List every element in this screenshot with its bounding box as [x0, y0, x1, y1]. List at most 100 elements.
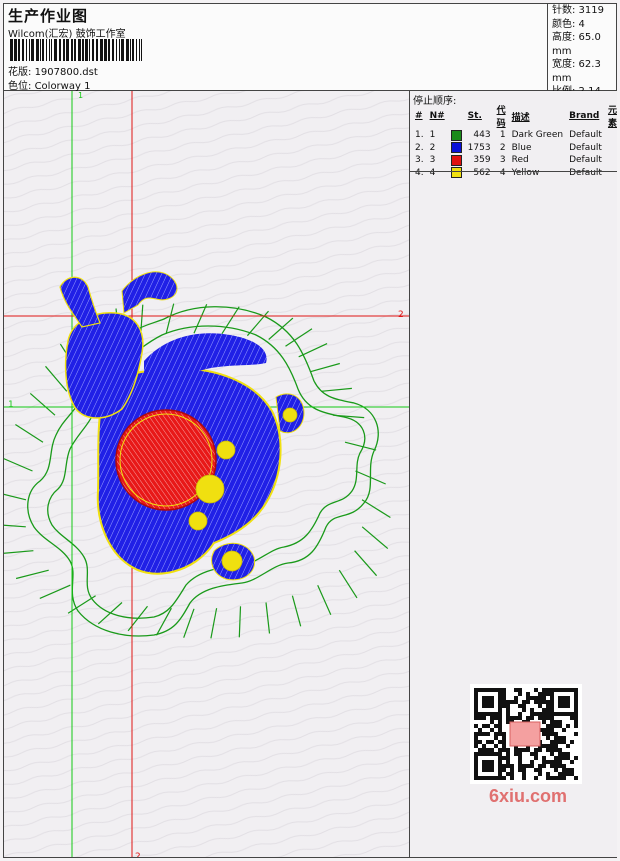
qr-cell: [542, 764, 546, 768]
col-brand: Brand: [569, 111, 600, 121]
qr-cell: [486, 748, 490, 752]
qr-cell: [518, 756, 522, 760]
stop-cell-brand: Default: [569, 155, 602, 166]
qr-cell: [526, 716, 530, 720]
qr-cell: [558, 696, 562, 700]
qr-cell: [490, 752, 494, 756]
qr-cell: [554, 724, 558, 728]
barcode-bar: [29, 39, 30, 61]
stop-cell-n: 3: [429, 155, 436, 166]
qr-cell: [558, 752, 562, 756]
barcode-bar: [59, 39, 61, 61]
barcode-bar: [63, 39, 65, 61]
qr-cell: [526, 748, 530, 752]
qr-cell: [486, 764, 490, 768]
qr-cell: [546, 736, 550, 740]
qr-cell: [486, 752, 490, 756]
qr-cell: [550, 692, 554, 696]
qr-cell: [514, 716, 518, 720]
qr-cell: [562, 752, 566, 756]
panel-divider: [410, 171, 617, 172]
qr-cell: [530, 760, 534, 764]
qr-cell: [474, 724, 478, 728]
qr-cell: [562, 704, 566, 708]
stop-cell-brand: Default: [569, 130, 602, 141]
qr-cell: [474, 700, 478, 704]
qr-cell: [550, 752, 554, 756]
qr-cell: [554, 760, 558, 764]
stop-cell-n: 1: [429, 130, 436, 141]
qr-cell: [546, 704, 550, 708]
qr-cell: [574, 688, 578, 692]
qr-cell: [566, 756, 570, 760]
qr-cell: [550, 712, 554, 716]
qr-cell: [498, 728, 502, 732]
col-code: 代码: [496, 106, 506, 129]
qr-cell: [570, 716, 574, 720]
barcode-bar: [119, 39, 120, 61]
qr-cell: [482, 760, 486, 764]
qr-cell: [550, 748, 554, 752]
barcode-bar: [46, 39, 47, 61]
qr-cell: [534, 712, 538, 716]
qr-cell: [494, 688, 498, 692]
qr-cell: [542, 692, 546, 696]
qr-cell: [554, 768, 558, 772]
qr-cell: [526, 700, 530, 704]
qr-cell: [546, 688, 550, 692]
qr-cell: [562, 740, 566, 744]
qr-cell: [510, 768, 514, 772]
qr-cell: [514, 700, 518, 704]
barcode-bar: [104, 39, 107, 61]
qr-cell: [574, 704, 578, 708]
stop-cell-code: 3: [499, 155, 506, 166]
color-count: 颜色: 4: [552, 18, 585, 30]
qr-cell: [554, 740, 558, 744]
qr-cell: [510, 776, 514, 780]
qr-cell: [490, 704, 494, 708]
qr-cell: [482, 732, 486, 736]
stop-cell-element: [605, 129, 620, 142]
qr-cell: [574, 732, 578, 736]
qr-cell: [550, 732, 554, 736]
qr-cell: [506, 716, 510, 720]
qr-cell: [538, 704, 542, 708]
qr-cell: [486, 760, 490, 764]
barcode-bar: [141, 39, 142, 61]
qr-cell: [574, 708, 578, 712]
qr-cell: [522, 776, 526, 780]
qr-cell: [506, 752, 510, 756]
stop-cell-n: 4: [429, 167, 436, 178]
qr-cell: [490, 716, 494, 720]
qr-cell: [474, 712, 478, 716]
qr-cell: [502, 776, 506, 780]
qr-cell: [534, 756, 538, 760]
qr-cell: [474, 696, 478, 700]
qr-cell: [522, 708, 526, 712]
color-swatch: [450, 129, 462, 141]
qr-cell: [506, 704, 510, 708]
qr-cell: [494, 736, 498, 740]
qr-cell: [514, 752, 518, 756]
qr-cell: [486, 712, 490, 716]
qr-cell: [542, 756, 546, 760]
qr-cell: [574, 692, 578, 696]
qr-cell: [574, 756, 578, 760]
qr-cell: [474, 756, 478, 760]
barcode-bar: [42, 39, 44, 61]
qr-cell: [546, 732, 550, 736]
qr-cell: [494, 776, 498, 780]
qr-cell: [474, 736, 478, 740]
qr-cell: [474, 772, 478, 776]
qr-cell: [570, 740, 574, 744]
qr-cell: [534, 752, 538, 756]
qr-cell: [494, 732, 498, 736]
barcode-bar: [54, 39, 57, 61]
qr-cell: [498, 760, 502, 764]
qr-cell: [506, 756, 510, 760]
watermark-text: 6xiu.com: [489, 786, 567, 806]
qr-cell: [490, 712, 494, 716]
qr-cell: [554, 688, 558, 692]
qr-cell: [558, 772, 562, 776]
qr-cell: [554, 748, 558, 752]
